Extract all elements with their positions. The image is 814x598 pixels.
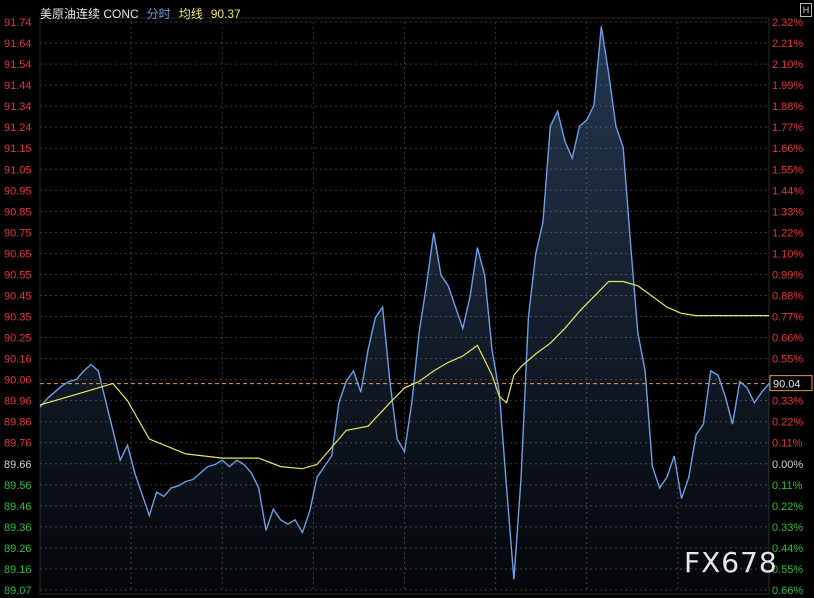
current-price-tag-text: 90.04: [773, 379, 801, 391]
y-tick-label-left: 90.95: [4, 185, 32, 197]
y-tick-label-left: 91.44: [4, 80, 32, 92]
y-tick-label-left: 90.06: [4, 375, 32, 387]
y-tick-label-right: 0.33%: [772, 522, 803, 534]
y-tick-label-right: 0.11%: [772, 480, 803, 492]
y-tick-label-left: 89.36: [4, 522, 32, 534]
y-tick-label-left: 89.96: [4, 396, 32, 408]
y-tick-label-right: 1.44%: [772, 185, 803, 197]
y-tick-label-left: 89.46: [4, 501, 32, 513]
y-tick-label-right: 0.66%: [772, 585, 803, 597]
y-tick-label-left: 90.16: [4, 354, 32, 366]
y-tick-label-right: 0.55%: [772, 354, 803, 366]
avg-value: 90.37: [210, 7, 241, 21]
y-tick-label-right: 0.33%: [772, 396, 803, 408]
y-tick-label-left: 91.34: [4, 101, 32, 113]
y-tick-label-left: 90.65: [4, 248, 32, 260]
y-tick-label-left: 89.86: [4, 417, 32, 429]
intraday-chart[interactable]: 91.74 2.32% 91.64 2.21% 91.54 2.10% 91.44 1.99%…: [0, 0, 814, 598]
y-tick-label-left: 89.07: [4, 585, 32, 597]
chart-plot[interactable]: 91.74 2.32% 91.64 2.21% 91.54 2.10% 91.44 1.99%…: [0, 0, 814, 598]
average-series-line: [39, 280, 769, 470]
y-tick-label-left: 91.64: [4, 38, 32, 50]
y-tick-label-right: 0.77%: [772, 312, 803, 324]
y-tick-label-left: 89.16: [4, 564, 32, 576]
y-tick-label-left: 90.45: [4, 290, 32, 302]
y-tick-label-right: 0.22%: [772, 501, 803, 513]
y-tick-label-right: 0.11%: [772, 438, 803, 450]
y-tick-label-left: 91.24: [4, 122, 32, 134]
y-tick-label-right: 1.88%: [772, 101, 803, 113]
y-tick-label-left: 89.26: [4, 543, 32, 555]
y-tick-label-right: 1.77%: [772, 122, 803, 134]
instrument-name: 美原油连续 CONC: [40, 7, 139, 21]
watermark: FX678: [684, 546, 778, 579]
y-tick-label-left: 89.76: [4, 438, 32, 450]
y-tick-label-right: 1.33%: [772, 206, 803, 218]
corner-toggle-button[interactable]: H: [800, 3, 812, 17]
chart-header: 美原油连续 CONC 分时 均线 90.37: [40, 5, 249, 22]
y-tick-label-right: 1.66%: [772, 143, 803, 155]
y-tick-label-right: 0.88%: [772, 290, 803, 302]
y-tick-label-right: 1.55%: [772, 164, 803, 176]
y-tick-label-right: 0.99%: [772, 269, 803, 281]
y-tick-label-right: 1.22%: [772, 227, 803, 239]
y-tick-label-left: 89.56: [4, 480, 32, 492]
y-tick-label-left: 91.74: [4, 17, 32, 29]
y-tick-label-left: 90.55: [4, 269, 32, 281]
y-tick-label-left: 90.35: [4, 312, 32, 324]
y-tick-label-left: 91.54: [4, 59, 32, 71]
y-tick-label-right: 2.32%: [772, 17, 803, 29]
y-tick-label-right: 0.22%: [772, 417, 803, 429]
y-tick-label-right: 0.66%: [772, 333, 803, 345]
y-tick-label-right: 2.10%: [772, 59, 803, 71]
y-tick-label-right: 0.00%: [772, 459, 803, 471]
y-tick-label-left: 90.75: [4, 227, 32, 239]
mode-label[interactable]: 分时: [147, 7, 171, 21]
y-tick-label-right: 1.10%: [772, 248, 803, 260]
y-tick-label-right: 2.21%: [772, 38, 803, 50]
y-tick-label-left: 91.05: [4, 164, 32, 176]
y-tick-label-left: 89.66: [4, 459, 32, 471]
avg-label: 均线: [178, 7, 203, 21]
y-tick-label-right: 1.99%: [772, 80, 803, 92]
y-tick-label-left: 90.85: [4, 206, 32, 218]
y-tick-label-left: 90.25: [4, 333, 32, 345]
y-tick-label-left: 91.15: [4, 143, 32, 155]
